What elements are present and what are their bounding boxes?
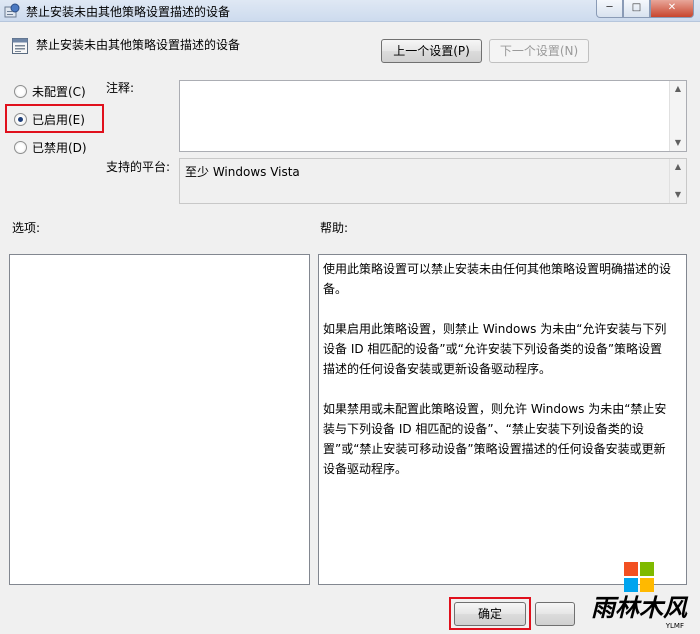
next-setting-button[interactable]: 下一个设置(N) [489,39,589,63]
help-label: 帮助: [320,221,349,235]
platform-box: 至少 Windows Vista ▲ ▼ [179,158,687,204]
radio-disabled[interactable]: 已禁用(D) [14,139,87,156]
radio-label: 已禁用(D) [32,141,87,155]
platform-label: 支持的平台: [106,160,171,174]
svg-text:YLMF: YLMF [665,622,684,630]
dialog-body: 禁止安装未由其他策略设置描述的设备 上一个设置(P) 下一个设置(N) 未配置(… [0,22,700,634]
comment-label: 注释: [106,81,135,95]
help-pane: 使用此策略设置可以禁止安装未由任何其他策略设置明确描述的设备。 如果启用此策略设… [318,254,687,585]
minimize-button[interactable]: ─ [596,0,623,18]
policy-setting-icon [12,38,28,54]
maximize-button[interactable]: □ [623,0,650,18]
comment-scrollbar[interactable]: ▲ ▼ [669,81,686,151]
ok-highlight-box [449,597,531,630]
enabled-highlight-box [5,104,104,133]
window-title: 禁止安装未由其他策略设置描述的设备 [26,5,231,19]
options-label: 选项: [12,221,41,235]
platform-value: 至少 Windows Vista [185,165,300,179]
scroll-up-icon[interactable]: ▲ [670,81,686,97]
help-paragraph: 如果启用此策略设置，则禁止 Windows 为未由“允许安装与下列设备 ID 相… [323,322,667,376]
setting-title: 禁止安装未由其他策略设置描述的设备 [36,38,241,52]
previous-setting-button[interactable]: 上一个设置(P) [381,39,482,63]
radio-not-configured[interactable]: 未配置(C) [14,83,86,100]
svg-text:雨林木风: 雨林木风 [591,594,689,622]
ylmf-watermark-logo: 雨林木风 YLMF [591,562,689,630]
comment-textarea[interactable]: ▲ ▼ [179,80,687,152]
help-text: 使用此策略设置可以禁止安装未由任何其他策略设置明确描述的设备。 如果启用此策略设… [323,259,673,499]
scroll-up-icon[interactable]: ▲ [670,159,686,175]
help-paragraph: 如果禁用或未配置此策略设置，则允许 Windows 为未由“禁止安装与下列设备 … [323,402,667,476]
scroll-down-icon[interactable]: ▼ [670,187,686,203]
close-button[interactable]: ✕ [650,0,694,18]
title-bar: 禁止安装未由其他策略设置描述的设备 ─ □ ✕ [0,0,700,22]
policy-app-icon [4,3,20,18]
options-pane [9,254,310,585]
radio-button[interactable] [14,141,27,154]
platform-scrollbar[interactable]: ▲ ▼ [669,159,686,203]
help-paragraph: 使用此策略设置可以禁止安装未由任何其他策略设置明确描述的设备。 [323,262,672,296]
radio-label: 未配置(C) [32,85,86,99]
scroll-down-icon[interactable]: ▼ [670,135,686,151]
radio-button[interactable] [14,85,27,98]
window-controls: ─ □ ✕ [596,0,694,18]
cancel-button-partial[interactable] [535,602,575,626]
